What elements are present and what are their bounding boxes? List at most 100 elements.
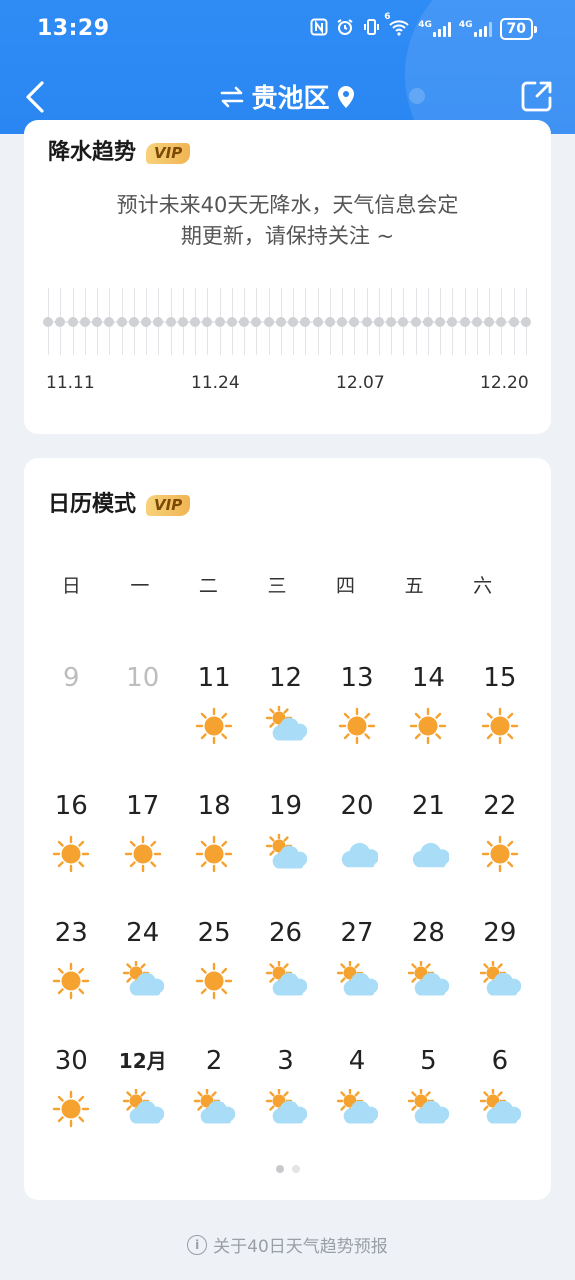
- calendar-day-cell[interactable]: 5: [394, 1041, 463, 1161]
- calendar-day-cell[interactable]: 18: [180, 786, 249, 906]
- page-title: 贵池区: [251, 84, 330, 114]
- calendar-day-cell[interactable]: 2: [180, 1041, 249, 1161]
- calendar-day-number: 2: [205, 1045, 223, 1076]
- calendar-day-cell[interactable]: 16: [37, 786, 106, 906]
- battery-level: 70: [499, 18, 533, 40]
- calendar-day-cell[interactable]: 24: [108, 913, 177, 1033]
- timeline-day-dot: [227, 317, 237, 327]
- partly-cloudy-icon: [479, 1087, 522, 1129]
- calendar-day-cell[interactable]: 23: [37, 913, 106, 1033]
- timeline-day-dot: [190, 317, 200, 327]
- status-icons: 6 4G 4G 70: [310, 12, 537, 40]
- calendar-day-cell[interactable]: 22: [466, 786, 535, 906]
- timeline-day-dot: [325, 317, 335, 327]
- calendar-day-cell[interactable]: 21: [394, 786, 463, 906]
- calendar-day-cell[interactable]: 25: [180, 913, 249, 1033]
- sunny-icon: [193, 834, 235, 874]
- calendar-day-cell[interactable]: 6: [466, 1041, 535, 1161]
- timeline-day-dot: [496, 317, 506, 327]
- wifi-badge: 6: [384, 12, 391, 22]
- calendar-title: 日历模式: [48, 492, 137, 517]
- partly-cloudy-icon: [265, 1087, 307, 1129]
- share-button[interactable]: [519, 78, 555, 114]
- timeline-date-4: 12.20: [480, 373, 529, 393]
- page-indicator: [24, 1165, 551, 1173]
- vip-badge: VIP: [146, 142, 191, 164]
- calendar-day-number: 16: [54, 790, 88, 821]
- calendar-day-number: 19: [269, 790, 303, 821]
- precipitation-message-line1: 预计未来40天无降水，天气信息会定: [116, 193, 459, 217]
- calendar-day-number: 24: [126, 918, 160, 948]
- calendar-day-cell[interactable]: 4: [323, 1041, 392, 1161]
- timeline-day-dot: [202, 317, 212, 327]
- calendar-day-cell[interactable]: 28: [394, 913, 463, 1033]
- calendar-day-cell[interactable]: 29: [466, 913, 535, 1033]
- calendar-day-number: 25: [197, 918, 231, 948]
- cloudy-icon: [407, 834, 451, 874]
- calendar-day-number: 13: [340, 663, 374, 693]
- timeline-day-dot: [104, 317, 114, 327]
- timeline-date-2: 11.24: [191, 373, 240, 393]
- timeline-day-dot: [141, 317, 151, 327]
- battery-icon: 70: [499, 18, 537, 40]
- calendar-day-cell[interactable]: 14: [394, 658, 463, 778]
- network-type-1: 4G: [418, 20, 432, 30]
- page-dot-active[interactable]: [275, 1165, 284, 1173]
- calendar-day-cell[interactable]: 20: [323, 786, 392, 906]
- cloudy-icon: [336, 834, 379, 874]
- calendar-day-number: 18: [197, 790, 231, 821]
- calendar-day-number: 30: [54, 1045, 88, 1076]
- calendar-day-cell[interactable]: 15: [466, 658, 535, 778]
- partly-cloudy-icon: [265, 832, 307, 874]
- location-switcher[interactable]: 贵池区: [0, 78, 575, 115]
- precipitation-title-row: 降水趋势 VIP: [48, 134, 191, 166]
- timeline-day-dot: [349, 317, 359, 327]
- timeline-day-dot: [68, 317, 78, 327]
- partly-cloudy-icon: [336, 959, 379, 1001]
- partly-cloudy-icon: [122, 1087, 165, 1129]
- sunny-icon: [407, 706, 449, 746]
- calendar-day-cell[interactable]: 3: [251, 1041, 320, 1161]
- status-bar: 13:29 6 4G 4G 70: [0, 0, 575, 60]
- calendar-day-number: 29: [483, 918, 517, 948]
- timeline-day-dot: [215, 317, 225, 327]
- signal-2-icon: 4G: [459, 21, 492, 37]
- page-dot[interactable]: [291, 1165, 300, 1173]
- calendar-day-cell[interactable]: 26: [251, 913, 320, 1033]
- calendar-day-cell[interactable]: 17: [108, 786, 177, 906]
- calendar-title-row: 日历模式 VIP: [48, 486, 191, 518]
- timeline-day-dot: [386, 317, 396, 327]
- calendar-day-cell[interactable]: 13: [323, 658, 392, 778]
- partly-cloudy-icon: [265, 704, 307, 746]
- calendar-day-cell[interactable]: 11: [180, 658, 249, 778]
- precipitation-title: 降水趋势: [48, 140, 137, 165]
- sunny-icon: [479, 834, 521, 874]
- calendar-day-cell[interactable]: 12: [251, 658, 320, 778]
- calendar-day-number: 3: [277, 1045, 294, 1076]
- calendar-day-number: 5: [420, 1045, 437, 1076]
- calendar-day-cell[interactable]: 27: [323, 913, 392, 1033]
- forecast-info-link[interactable]: i 关于40日天气趋势预报: [0, 1232, 575, 1257]
- calendar-day-number: 23: [54, 918, 88, 948]
- calendar-day-cell[interactable]: 12月: [108, 1041, 177, 1161]
- timeline-day-dot: [472, 317, 482, 327]
- calendar-day-number: 27: [340, 918, 374, 948]
- calendar-day-cell[interactable]: 19: [251, 786, 320, 906]
- info-icon: i: [187, 1234, 208, 1255]
- calendar-day-cell[interactable]: 30: [37, 1041, 106, 1161]
- weekday-header: 日 一 二 三 四 五 六: [37, 571, 537, 598]
- calendar-month-label: 12月: [118, 1048, 167, 1073]
- partly-cloudy-icon: [122, 959, 165, 1001]
- timeline-day-dot: [423, 317, 433, 327]
- vibrate-icon: [362, 18, 380, 40]
- precipitation-message: 预计未来40天无降水，天气信息会定 期更新，请保持关注 ~: [24, 190, 551, 252]
- calendar-card: 日历模式 VIP 日 一 二 三 四 五 六 9 10 11 12 13 14 15 16 17 1…: [24, 458, 551, 1200]
- calendar-day-number: 14: [411, 663, 445, 693]
- timeline-day-dot: [300, 317, 310, 327]
- timeline-day-dot: [509, 317, 519, 327]
- timeline-day-dot: [374, 317, 384, 327]
- precipitation-card: 降水趋势 VIP 预计未来40天无降水，天气信息会定 期更新，请保持关注 ~ 11…: [24, 120, 551, 434]
- timeline-day-dot: [43, 317, 53, 327]
- timeline-day-dot: [55, 317, 65, 327]
- calendar-day-cell: 9: [37, 658, 106, 778]
